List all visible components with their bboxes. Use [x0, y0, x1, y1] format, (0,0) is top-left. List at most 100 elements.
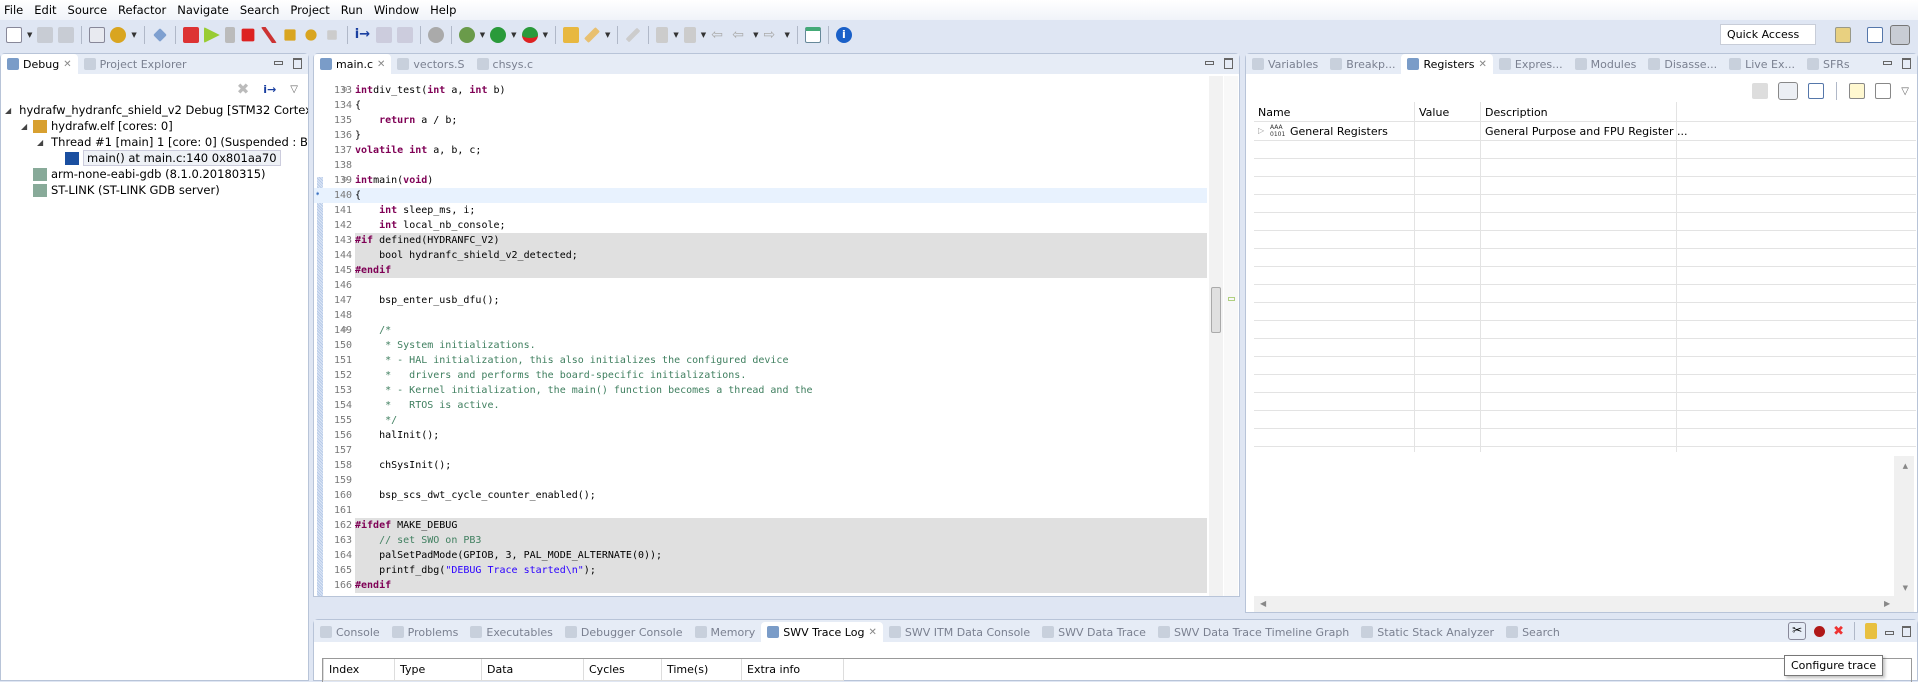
- menu-edit[interactable]: Edit: [34, 3, 56, 17]
- tree-item[interactable]: ◢ Thread #1 [main] 1 [core: 0] (Suspended…: [5, 134, 308, 150]
- tab-registers[interactable]: Registers ✕: [1401, 54, 1493, 74]
- tree-item[interactable]: ◢ hydrafw.elf [cores: 0]: [5, 118, 308, 134]
- tree-item[interactable]: ST-LINK (ST-LINK GDB server): [5, 182, 308, 198]
- save-icon[interactable]: [37, 27, 54, 43]
- tab-sfrs[interactable]: SFRs: [1801, 54, 1856, 74]
- info-icon[interactable]: i: [835, 27, 852, 43]
- menu-refactor[interactable]: Refactor: [118, 3, 166, 17]
- scroll-right-icon[interactable]: ▶: [1884, 599, 1890, 608]
- tab-search[interactable]: Search: [1500, 622, 1566, 642]
- column-value[interactable]: Value: [1419, 106, 1449, 119]
- start-trace-icon[interactable]: [1814, 625, 1826, 637]
- tab-debugger-console[interactable]: Debugger Console: [559, 622, 689, 642]
- tree-item[interactable]: ◢ hydrafw_hydranfc_shield_v2 Debug [STM32…: [5, 102, 308, 118]
- tab-problems[interactable]: Problems: [386, 622, 465, 642]
- code-line[interactable]: 146: [314, 278, 1207, 293]
- code-line[interactable]: 143 #if defined(HYDRANFC_V2): [314, 233, 1207, 248]
- column-data[interactable]: Data: [487, 663, 513, 676]
- menu-project[interactable]: Project: [290, 3, 329, 17]
- code-editor[interactable]: 133 ⊖ intdiv_test(int a, int b) 134{135 ret…: [314, 81, 1207, 596]
- menu-source[interactable]: Source: [68, 3, 108, 17]
- fold-icon[interactable]: ⊖: [342, 173, 347, 188]
- code-line[interactable]: 134{: [314, 98, 1207, 113]
- debug-icon[interactable]: [458, 27, 475, 43]
- tab-debug[interactable]: Debug ✕: [1, 54, 78, 74]
- annotation-icon[interactable]: [625, 27, 641, 43]
- minimize-icon[interactable]: [1883, 61, 1892, 65]
- code-line[interactable]: 144 bool hydranfc_shield_v2_detected;: [314, 248, 1207, 263]
- scroll-down-icon[interactable]: ▼: [1903, 584, 1908, 592]
- minimize-icon[interactable]: [1885, 630, 1894, 635]
- minimize-icon[interactable]: [274, 61, 283, 65]
- code-line[interactable]: 156 halInit();: [314, 428, 1207, 443]
- tab-swv-itm-data-console[interactable]: SWV ITM Data Console: [883, 622, 1036, 642]
- column-extra-info[interactable]: Extra info: [747, 663, 800, 676]
- code-line[interactable]: 151 * - HAL initialization, this also in…: [314, 353, 1207, 368]
- register-row[interactable]: ▷ AAA 0101 General Registers General Purp…: [1254, 122, 1916, 140]
- tab-vectors-s[interactable]: vectors.S: [391, 54, 470, 74]
- open-folder-icon[interactable]: [562, 27, 579, 43]
- code-line[interactable]: 142 int local_nb_console;: [314, 218, 1207, 233]
- code-line[interactable]: 152 * drivers and performs the board-spe…: [314, 368, 1207, 383]
- expand-twisty-icon[interactable]: ◢: [21, 122, 29, 131]
- external-tools-icon[interactable]: [521, 27, 538, 43]
- tree-item[interactable]: arm-none-eabi-gdb (8.1.0.20180315): [5, 166, 308, 182]
- code-line[interactable]: 148: [314, 308, 1207, 323]
- code-line[interactable]: 157: [314, 443, 1207, 458]
- code-line[interactable]: 159: [314, 473, 1207, 488]
- run-icon[interactable]: [490, 27, 507, 43]
- code-line[interactable]: 149 ⊖ /*: [314, 323, 1207, 338]
- code-line[interactable]: 150 * System initializations.: [314, 338, 1207, 353]
- code-line[interactable]: 153 * - Kernel initialization, the main(…: [314, 383, 1207, 398]
- step-into-icon[interactable]: [284, 29, 296, 41]
- code-line[interactable]: 165 printf_dbg("DEBUG Trace started\n");: [314, 563, 1207, 578]
- code-line[interactable]: 154 * RTOS is active.: [314, 398, 1207, 413]
- lock-scroll-icon[interactable]: [1865, 623, 1877, 639]
- view-menu-icon[interactable]: ▽: [290, 84, 298, 95]
- maximize-icon[interactable]: [1902, 58, 1911, 69]
- tree-item[interactable]: main() at main.c:140 0x801aa70: [5, 150, 308, 166]
- restart-icon[interactable]: [396, 27, 413, 43]
- code-line[interactable]: 139 ⊖ intmain(void): [314, 173, 1207, 188]
- tab-project-explorer[interactable]: Project Explorer: [78, 54, 193, 74]
- instruction-stepping-icon[interactable]: i→: [355, 27, 371, 43]
- tab-variables[interactable]: Variables: [1246, 54, 1324, 74]
- skip-breakpoints-icon[interactable]: [152, 28, 167, 42]
- configure-trace-icon[interactable]: ✂: [1788, 622, 1807, 640]
- code-line[interactable]: 162 #ifdef MAKE_DEBUG: [314, 518, 1207, 533]
- code-line[interactable]: 135 return a / b;: [314, 113, 1207, 128]
- code-line[interactable]: 163 // set SWO on PB3: [314, 533, 1207, 548]
- build-icon[interactable]: [110, 27, 127, 43]
- step-return-icon[interactable]: [326, 30, 337, 40]
- column-cycles[interactable]: Cycles: [589, 663, 625, 676]
- menu-window[interactable]: Window: [374, 3, 419, 17]
- number-format-icon[interactable]: [1752, 83, 1769, 99]
- disconnect-icon[interactable]: [260, 27, 277, 43]
- view-menu-icon[interactable]: ▽: [1901, 86, 1909, 97]
- tab-memory[interactable]: Memory: [689, 622, 762, 642]
- new-icon[interactable]: [6, 27, 22, 43]
- maximize-icon[interactable]: [1902, 625, 1911, 637]
- scrollbar-thumb[interactable]: [1211, 287, 1221, 333]
- tab-console[interactable]: Console: [314, 622, 386, 642]
- column-name[interactable]: Name: [1258, 106, 1290, 119]
- tab-expres[interactable]: Expres...: [1493, 54, 1569, 74]
- tab-chsys-c[interactable]: chsys.c: [471, 54, 540, 74]
- reset-icon[interactable]: [427, 27, 444, 43]
- code-line[interactable]: 145 #endif: [314, 263, 1207, 278]
- last-edit-icon[interactable]: ⇦: [711, 27, 727, 43]
- code-line[interactable]: 164 palSetPadMode(GPIOB, 3, PAL_MODE_ALT…: [314, 548, 1207, 563]
- prev-annotation-icon[interactable]: [683, 27, 696, 43]
- code-line[interactable]: 137 volatile int a, b, c;: [314, 143, 1207, 158]
- column-description[interactable]: Description: [1485, 106, 1548, 119]
- tab-disasse[interactable]: Disasse...: [1642, 54, 1723, 74]
- next-annotation-icon[interactable]: [656, 27, 669, 43]
- suspend-icon[interactable]: [224, 27, 235, 43]
- c-cpp-perspective-icon[interactable]: [1867, 27, 1883, 43]
- code-line[interactable]: 158 chSysInit();: [314, 458, 1207, 473]
- remove-terminated-icon[interactable]: ✖: [237, 80, 250, 98]
- tab-static-stack-analyzer[interactable]: Static Stack Analyzer: [1355, 622, 1500, 642]
- scroll-up-icon[interactable]: ▲: [1903, 462, 1908, 470]
- expand-twisty-icon[interactable]: ◢: [37, 138, 43, 147]
- minimize-icon[interactable]: [1205, 61, 1214, 65]
